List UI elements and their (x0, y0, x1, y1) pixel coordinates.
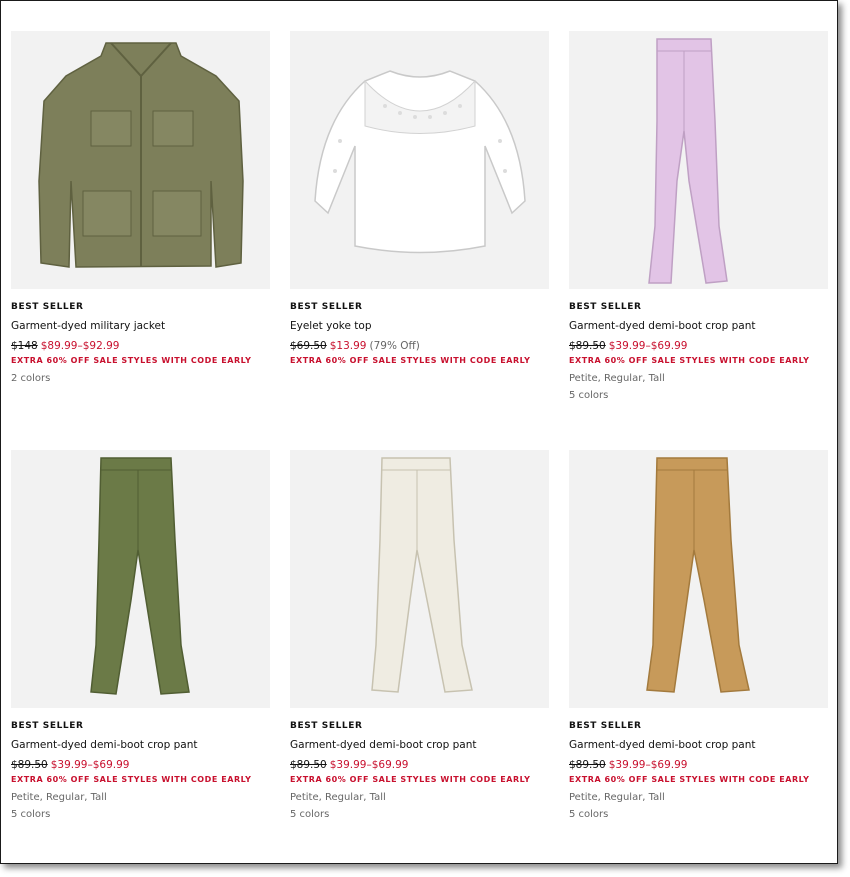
promo-text: EXTRA 60% OFF SALE STYLES WITH CODE EARL… (11, 775, 252, 784)
best-seller-badge: BEST SELLER (11, 721, 84, 731)
price-row: $148 $89.99–$92.99 (11, 340, 271, 352)
green-pant-image[interactable] (11, 450, 270, 708)
promo-text: EXTRA 60% OFF SALE STYLES WITH CODE EARL… (569, 775, 810, 784)
product-card[interactable]: BEST SELLER Garment-dyed demi-boot crop … (569, 31, 829, 401)
promo-text: EXTRA 60% OFF SALE STYLES WITH CODE EARL… (11, 356, 252, 365)
product-name[interactable]: Garment-dyed demi-boot crop pant (569, 739, 829, 751)
original-price: $69.50 (290, 340, 327, 352)
product-card[interactable]: BEST SELLER Eyelet yoke top $69.50 $13.99… (290, 31, 550, 365)
product-name[interactable]: Garment-dyed military jacket (11, 320, 271, 332)
price-row: $89.50 $39.99–$69.99 (290, 759, 550, 771)
size-options[interactable]: Petite, Regular, Tall (11, 792, 271, 803)
price-row: $89.50 $39.99–$69.99 (569, 759, 829, 771)
best-seller-badge: BEST SELLER (569, 302, 642, 312)
color-count[interactable]: 5 colors (11, 809, 271, 820)
price-row: $89.50 $39.99–$69.99 (569, 340, 829, 352)
best-seller-badge: BEST SELLER (11, 302, 84, 312)
product-grid-window: BEST SELLER Garment-dyed military jacket… (0, 0, 838, 864)
original-price: $89.50 (569, 340, 606, 352)
military-jacket-image[interactable] (11, 31, 270, 289)
color-count[interactable]: 5 colors (290, 809, 550, 820)
best-seller-badge: BEST SELLER (569, 721, 642, 731)
sale-price: $13.99 (329, 340, 367, 352)
product-card[interactable]: BEST SELLER Garment-dyed demi-boot crop … (569, 450, 829, 820)
best-seller-badge: BEST SELLER (290, 721, 363, 731)
color-count[interactable]: 5 colors (569, 809, 829, 820)
original-price: $89.50 (11, 759, 48, 771)
discount-percent: (79% Off) (369, 340, 420, 352)
sale-price: $39.99–$69.99 (329, 759, 409, 771)
sale-price: $39.99–$69.99 (608, 759, 688, 771)
size-options[interactable]: Petite, Regular, Tall (569, 373, 829, 384)
product-name[interactable]: Eyelet yoke top (290, 320, 550, 332)
color-count[interactable]: 2 colors (11, 373, 271, 384)
promo-text: EXTRA 60% OFF SALE STYLES WITH CODE EARL… (290, 775, 531, 784)
color-count[interactable]: 5 colors (569, 390, 829, 401)
ivory-pant-image[interactable] (290, 450, 549, 708)
price-row: $69.50 $13.99 (79% Off) (290, 340, 550, 352)
promo-text: EXTRA 60% OFF SALE STYLES WITH CODE EARL… (569, 356, 810, 365)
eyelet-top-image[interactable] (290, 31, 549, 289)
original-price: $148 (11, 340, 38, 352)
sale-price: $39.99–$69.99 (608, 340, 688, 352)
price-row: $89.50 $39.99–$69.99 (11, 759, 271, 771)
tan-pant-image[interactable] (569, 450, 828, 708)
size-options[interactable]: Petite, Regular, Tall (290, 792, 550, 803)
product-card[interactable]: BEST SELLER Garment-dyed demi-boot crop … (290, 450, 550, 820)
size-options[interactable]: Petite, Regular, Tall (569, 792, 829, 803)
original-price: $89.50 (569, 759, 606, 771)
product-name[interactable]: Garment-dyed demi-boot crop pant (290, 739, 550, 751)
product-card[interactable]: BEST SELLER Garment-dyed military jacket… (11, 31, 271, 384)
original-price: $89.50 (290, 759, 327, 771)
sale-price: $39.99–$69.99 (50, 759, 130, 771)
sale-price: $89.99–$92.99 (40, 340, 120, 352)
pink-pant-image[interactable] (569, 31, 828, 289)
product-card[interactable]: BEST SELLER Garment-dyed demi-boot crop … (11, 450, 271, 820)
product-name[interactable]: Garment-dyed demi-boot crop pant (11, 739, 271, 751)
promo-text: EXTRA 60% OFF SALE STYLES WITH CODE EARL… (290, 356, 531, 365)
best-seller-badge: BEST SELLER (290, 302, 363, 312)
product-name[interactable]: Garment-dyed demi-boot crop pant (569, 320, 829, 332)
